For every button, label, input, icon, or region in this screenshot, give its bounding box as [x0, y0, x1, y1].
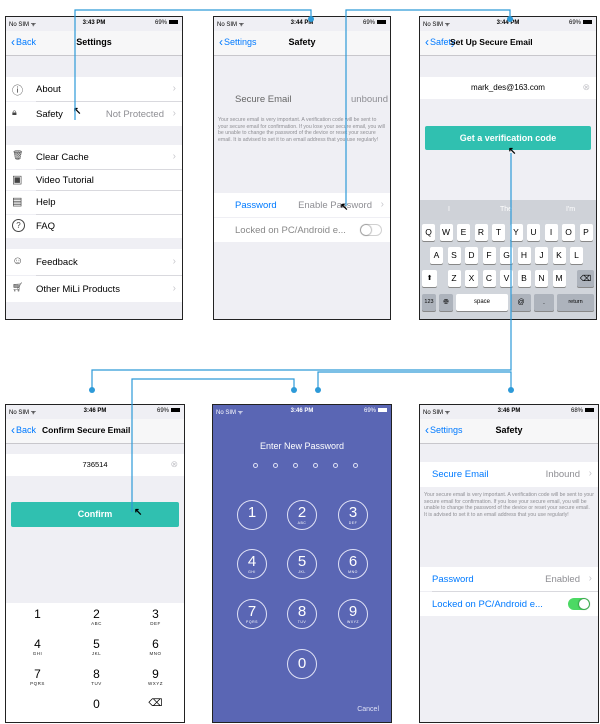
connector-dot [508, 387, 514, 393]
connector-dot [507, 16, 513, 22]
connector-code-to-screen4 [91, 153, 512, 390]
flow-connectors [74, 9, 514, 512]
connector-confirm-to-screen5 [131, 378, 295, 512]
connector-dot [89, 387, 95, 393]
connector-dot [315, 387, 321, 393]
connector-dot [308, 16, 314, 22]
connector-dots [89, 16, 514, 393]
connector-screen5-to-screen6 [317, 371, 512, 390]
connector-safety-to-screen2 [74, 9, 312, 120]
connector-lines [74, 9, 512, 512]
connector-password-to-screen3 [345, 9, 511, 206]
connector-dot [291, 387, 297, 393]
